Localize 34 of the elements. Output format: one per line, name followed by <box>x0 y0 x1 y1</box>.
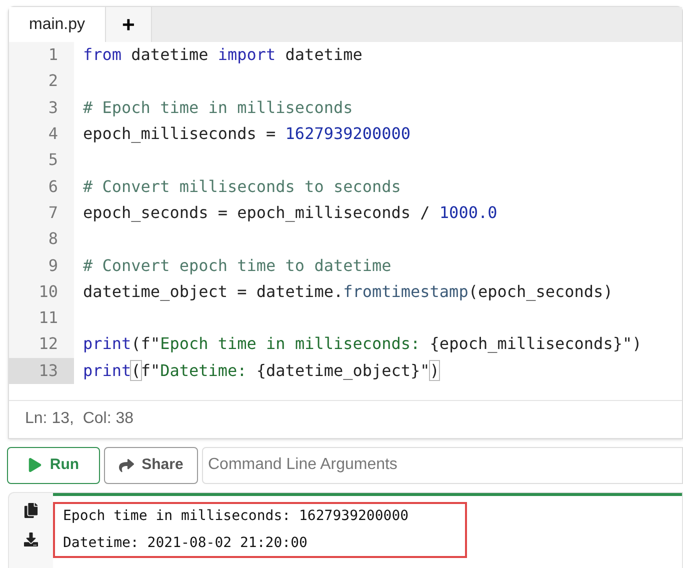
line-number: 6 <box>9 173 74 200</box>
output-line: Epoch time in milliseconds: 1627939200000 <box>63 506 410 526</box>
line-number: 4 <box>9 120 74 148</box>
cursor-position: Ln: 13, Col: 38 <box>25 409 134 430</box>
code-line: datetime_object = datetime.fromtimestamp(epoch_seconds) <box>83 280 613 303</box>
code-line: # Convert milliseconds to seconds <box>83 176 401 198</box>
line-number: 5 <box>9 147 74 174</box>
download-icon[interactable] <box>24 532 38 547</box>
copy-icon[interactable] <box>24 502 38 518</box>
file-tab[interactable]: main.py <box>9 7 106 42</box>
line-number: 13 <box>9 358 74 384</box>
line-number: 1 <box>9 42 74 68</box>
line-number: 2 <box>9 68 74 95</box>
arguments-field[interactable]: Command Line Arguments <box>202 446 683 484</box>
code-line: epoch_seconds = epoch_milliseconds / 1000.0 <box>83 202 498 224</box>
line-number: 9 <box>9 252 74 279</box>
code-line: from datetime import datetime <box>83 44 362 66</box>
line-number: 8 <box>9 226 74 252</box>
line-number: 7 <box>9 200 74 226</box>
play-icon <box>28 458 42 472</box>
share-button[interactable]: Share <box>104 446 198 484</box>
run-button[interactable]: Run <box>7 446 100 484</box>
line-number: 11 <box>9 304 74 332</box>
share-icon <box>118 458 134 473</box>
line-number: 10 <box>9 278 74 305</box>
line-number: 3 <box>9 94 74 121</box>
code-line: # Convert epoch time to datetime <box>83 254 392 277</box>
code-line: epoch_milliseconds = 1627939200000 <box>83 123 411 146</box>
output-line: Datetime: 2021-08-02 21:20:00 <box>63 534 308 553</box>
code-line: # Epoch time in milliseconds <box>83 96 353 119</box>
line-number: 12 <box>9 331 74 358</box>
file-tab[interactable]: + <box>106 7 152 42</box>
code-line: print(f"Epoch time in milliseconds: {epoch_milliseconds}") <box>83 333 642 356</box>
code-line: print(f"Datetime: {datetime_object}") <box>83 360 440 382</box>
